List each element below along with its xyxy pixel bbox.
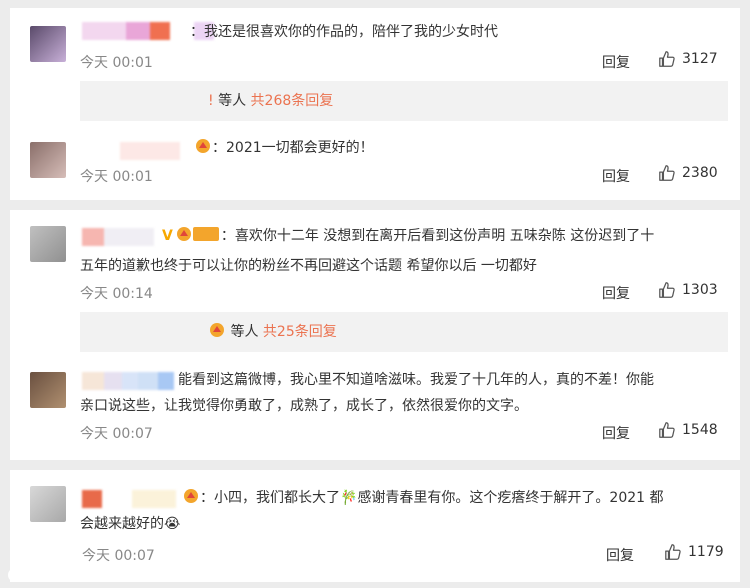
- watermark-logo-icon: [8, 567, 30, 582]
- comment-time: 今天 00:14: [80, 286, 153, 302]
- like-count: 2380: [682, 165, 718, 181]
- like-count: 1303: [682, 282, 718, 298]
- fan-badge-icon: [194, 138, 212, 154]
- like-count: 3127: [682, 51, 718, 67]
- fan-badge-icon: [175, 226, 193, 242]
- comment-card-2: V ：喜欢你十二年 没想到在离开后看到这份声明 五味杂陈 这份迟到了十 五年的道歉…: [10, 210, 740, 460]
- like-button[interactable]: 1303: [658, 281, 718, 299]
- like-button[interactable]: 1548: [658, 421, 718, 439]
- reply-button[interactable]: 回复: [606, 545, 634, 565]
- reply-total-link[interactable]: 共268条回复: [251, 93, 334, 109]
- avatar[interactable]: [30, 486, 66, 522]
- avatar[interactable]: [30, 372, 66, 408]
- avatar[interactable]: [30, 142, 66, 178]
- comment-text: V ：喜欢你十二年 没想到在离开后看到这份声明 五味杂陈 这份迟到了十: [160, 224, 654, 248]
- comment-text: 能看到这篇微博，我心里不知道啥滋味。我爱了十几年的人，真的不差！你能: [178, 372, 654, 388]
- thumbs-up-icon: [659, 51, 675, 67]
- avatar[interactable]: [30, 226, 66, 262]
- thumbs-up-icon: [659, 165, 675, 181]
- comment-text: ：2021一切都会更好的！: [194, 136, 374, 160]
- comment-time: 今天 00:01: [80, 55, 153, 71]
- fan-badge-icon: [182, 488, 200, 504]
- bamboo-emoji-icon: 🎋: [340, 490, 358, 506]
- comment-card-1: ：我还是很喜欢你的作品的，陪伴了我的少女时代 今天 00:01 回复 3127 …: [10, 8, 740, 200]
- watermark: 大数跨境: [8, 565, 86, 584]
- thumbs-up-icon: [659, 422, 675, 438]
- reply-prefix: 等人: [230, 324, 259, 340]
- reply-total-link[interactable]: 共25条回复: [263, 324, 337, 340]
- comment-text-line2: 会越来越好的😭: [80, 516, 181, 532]
- comment-time: 今天 00:07: [80, 426, 153, 442]
- like-button[interactable]: 2380: [658, 164, 718, 182]
- reply-summary-bar[interactable]: ! 等人 共268条回复: [80, 81, 728, 121]
- username[interactable]: [82, 490, 176, 508]
- reply-prefix: 等人: [218, 93, 247, 109]
- comment-text-line2: 亲口说这些，让我觉得你勇敢了，成熟了，成长了，依然很爱你的文字。: [80, 398, 528, 414]
- reply-button[interactable]: 回复: [602, 166, 630, 186]
- comment-text: ：小四，我们都长大了🎋感谢青春里有你。这个疙瘩终于解开了。2021 都: [182, 486, 664, 510]
- reply-summary-bar[interactable]: 等人 共25条回复: [80, 312, 728, 352]
- comment-text: ：我还是很喜欢你的作品的，陪伴了我的少女时代: [190, 24, 498, 40]
- thumbs-up-icon: [665, 544, 681, 560]
- like-button[interactable]: 1179: [664, 543, 724, 561]
- comment-text-line2: 五年的道歉也终于可以让你的粉丝不再回避这个话题 希望你以后 一切都好: [80, 258, 537, 274]
- username[interactable]: [82, 372, 174, 390]
- comment-time: 今天 00:07: [82, 548, 155, 564]
- like-button[interactable]: 3127: [658, 50, 718, 68]
- comment-time: 今天 00:01: [80, 169, 153, 185]
- reply-button[interactable]: 回复: [602, 52, 630, 72]
- reply-button[interactable]: 回复: [602, 423, 630, 443]
- comment-card-3: ：小四，我们都长大了🎋感谢青春里有你。这个疙瘩终于解开了。2021 都 会越来越…: [10, 470, 740, 582]
- username[interactable]: [120, 142, 200, 160]
- like-count: 1179: [688, 544, 724, 560]
- thumbs-up-icon: [659, 282, 675, 298]
- crying-face-emoji-icon: 😭: [164, 516, 181, 532]
- fan-badge-icon: [208, 314, 226, 337]
- reply-button[interactable]: 回复: [602, 283, 630, 303]
- username[interactable]: [82, 228, 154, 246]
- like-count: 1548: [682, 422, 718, 438]
- verified-icon: V: [162, 228, 173, 244]
- avatar[interactable]: [30, 26, 66, 62]
